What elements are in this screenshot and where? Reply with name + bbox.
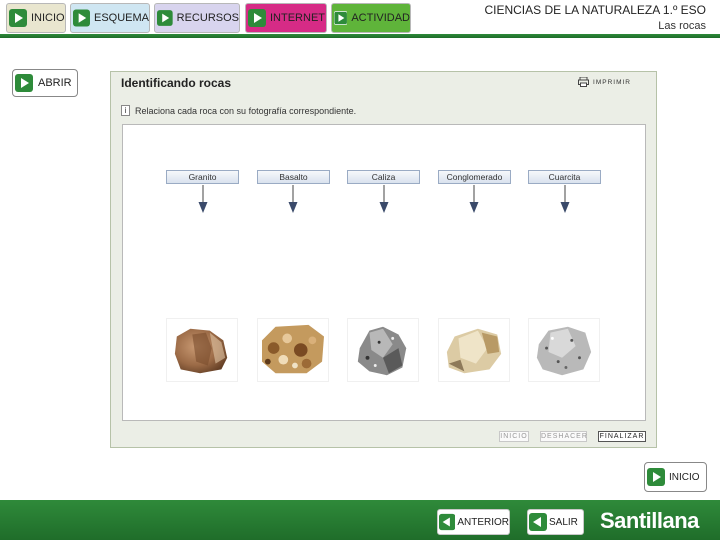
play-icon	[15, 74, 33, 92]
inicio-bottom-label: INICIO	[669, 471, 700, 483]
nav-actividad-button[interactable]: ACTIVIDAD	[331, 3, 411, 33]
finish-button[interactable]: FINALIZAR	[598, 431, 646, 442]
play-icon	[248, 9, 266, 27]
rock-photo-brown[interactable]	[166, 318, 238, 382]
print-label: IMPRIMIR	[593, 78, 631, 86]
arrow-down-icon	[379, 185, 389, 213]
nav-recursos-label: RECURSOS	[176, 12, 239, 24]
rock-cream-icon	[446, 328, 502, 374]
activity-inicio-button[interactable]: INICIO	[499, 431, 529, 442]
play-icon	[647, 468, 665, 486]
abrir-label: ABRIR	[38, 77, 72, 89]
print-button[interactable]: IMPRIMIR	[578, 77, 631, 87]
nav-recursos-button[interactable]: RECURSOS	[154, 3, 240, 33]
top-divider	[0, 34, 720, 38]
top-navigation: INICIO ESQUEMA RECURSOS INTERNET ACTIVID…	[0, 0, 720, 38]
rock-photo-gray-dark[interactable]	[347, 318, 419, 382]
arrow-down-icon	[288, 185, 298, 213]
rock-photo-cream[interactable]	[438, 318, 510, 382]
nav-inicio-label: INICIO	[31, 12, 65, 24]
header-title-block: CIENCIAS DE LA NATURALEZA 1.º ESO Las ro…	[484, 3, 706, 32]
undo-button[interactable]: DESHACER	[540, 431, 587, 442]
rock-photo-conglomerate[interactable]	[257, 318, 329, 382]
nav-internet-button[interactable]: INTERNET	[245, 3, 327, 33]
activity-title: Identificando rocas	[121, 76, 232, 90]
nav-esquema-button[interactable]: ESQUEMA	[70, 3, 150, 33]
salir-button[interactable]: SALIR	[527, 509, 584, 535]
brand-logo: Santillana	[600, 508, 699, 533]
arrow-down-icon	[469, 185, 479, 213]
arrow-down-icon	[560, 185, 570, 213]
instruction: i Relaciona cada roca con su fotografía …	[121, 105, 356, 116]
nav-actividad-label: ACTIVIDAD	[351, 12, 410, 24]
rock-label-granito[interactable]: Granito	[166, 170, 239, 184]
play-icon	[9, 9, 27, 27]
printer-icon	[578, 77, 590, 87]
rock-conglomerate-icon	[262, 324, 324, 374]
play-icon	[73, 9, 90, 27]
arrow-down-icon	[198, 185, 208, 213]
page-subtitle: Las rocas	[658, 20, 706, 32]
rock-gray-dark-icon	[357, 326, 407, 376]
nav-esquema-label: ESQUEMA	[93, 12, 149, 24]
nav-internet-label: INTERNET	[270, 12, 325, 24]
matching-area: Granito Basalto Caliza Conglomerado Cuar…	[122, 124, 646, 421]
instruction-text: Relaciona cada roca con su fotografía co…	[135, 105, 357, 116]
anterior-label: ANTERIOR	[457, 516, 509, 528]
rock-label-basalto[interactable]: Basalto	[257, 170, 330, 184]
rock-label-caliza[interactable]: Caliza	[347, 170, 420, 184]
rock-brown-icon	[174, 328, 228, 374]
rock-label-cuarcita[interactable]: Cuarcita	[528, 170, 601, 184]
rock-photo-gray-light[interactable]	[528, 318, 600, 382]
back-icon	[529, 513, 547, 531]
play-icon	[334, 10, 348, 26]
info-icon: i	[121, 105, 130, 116]
play-icon	[157, 10, 173, 26]
inicio-button-bottom[interactable]: INICIO	[644, 462, 707, 492]
salir-label: SALIR	[549, 516, 578, 528]
activity-panel: Identificando rocas IMPRIMIR i Relaciona…	[110, 71, 657, 448]
back-icon	[439, 513, 456, 531]
nav-inicio-button[interactable]: INICIO	[6, 3, 66, 33]
page-title: CIENCIAS DE LA NATURALEZA 1.º ESO	[484, 3, 706, 17]
rock-label-conglomerado[interactable]: Conglomerado	[438, 170, 511, 184]
anterior-button[interactable]: ANTERIOR	[437, 509, 510, 535]
rock-gray-light-icon	[536, 326, 592, 376]
abrir-button[interactable]: ABRIR	[12, 69, 78, 97]
